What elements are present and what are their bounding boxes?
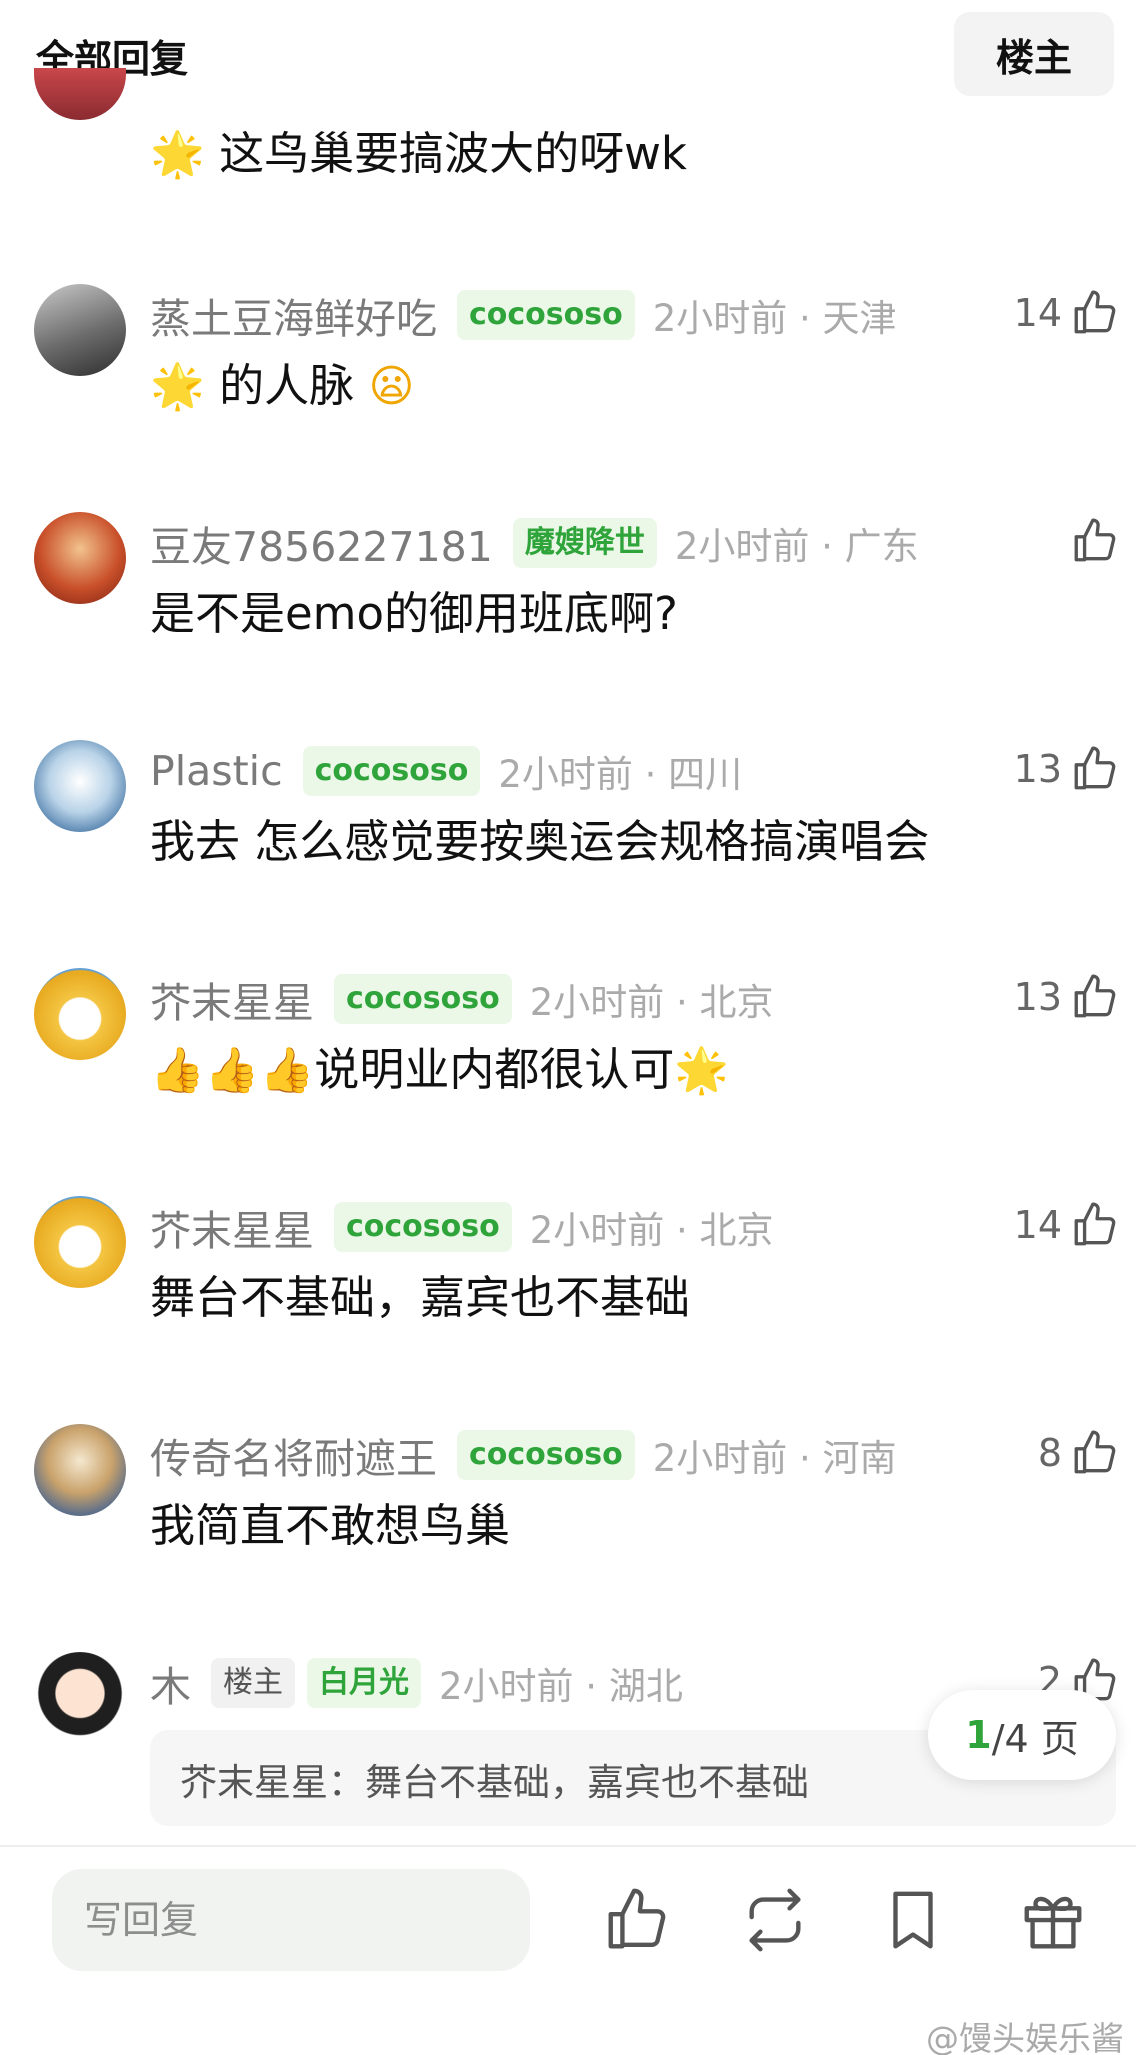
user-tag: cocososo <box>302 746 481 796</box>
username[interactable]: 芥末星星 <box>150 1197 314 1257</box>
comment-item: 芥末星星 cocososo 2小时前 · 北京 14 舞台不基础，嘉宾也不基础 <box>0 1196 1136 1424</box>
like-button[interactable]: 14 <box>1014 284 1120 342</box>
timestamp-location: 2小时前 · 湖北 <box>439 1665 683 1708</box>
user-tag: 魔嫂降世 <box>512 518 657 568</box>
owner-only-button[interactable]: 楼主 <box>954 12 1114 96</box>
username[interactable]: 木 <box>150 1653 191 1713</box>
timestamp-location: 2小时前 · 北京 <box>529 1209 774 1252</box>
like-button[interactable]: 8 <box>1038 1424 1120 1482</box>
comment-text: 的人脉 <box>219 359 355 412</box>
like-count: 8 <box>1037 1431 1062 1475</box>
like-count: 13 <box>1013 747 1062 791</box>
watermark: @馒头娱乐酱 <box>926 2019 1124 2055</box>
avatar[interactable] <box>34 1196 126 1288</box>
comment-meta: 芥末星星 cocososo 2小时前 · 北京 <box>150 969 774 1029</box>
avatar[interactable] <box>34 512 126 604</box>
user-tag: 白月光 <box>307 1658 421 1708</box>
current-page: 1 <box>965 1713 992 1757</box>
bottom-action-bar: @馒头娱乐酱 <box>0 1845 1136 2055</box>
total-pages: /4 页 <box>991 1716 1079 1761</box>
timestamp-location: 2小时前 · 广东 <box>674 525 919 568</box>
like-button[interactable]: 14 <box>1014 1196 1120 1254</box>
comment-text-row: 👍👍👍说明业内都很认可🌟 <box>150 1040 729 1101</box>
repost-icon[interactable] <box>740 1885 810 1955</box>
like-count: 14 <box>1013 1203 1062 1247</box>
username[interactable]: 蒸土豆海鲜好吃 <box>150 285 437 345</box>
thumbs-up-icon <box>1074 290 1116 334</box>
avatar[interactable] <box>34 68 126 120</box>
like-button[interactable]: 13 <box>1014 740 1120 798</box>
comment-meta: 木 楼主 白月光 2小时前 · 湖北 <box>150 1653 683 1713</box>
comment-item: 传奇名将耐遮王 cocososo 2小时前 · 河南 8 我简直不敢想鸟巢 <box>0 1424 1136 1652</box>
comment-item: 蒸土豆海鲜好吃 cocososo 2小时前 · 天津 14 🌟 的人脉 😦 <box>0 284 1136 512</box>
comment-text: 我去 怎么感觉要按奥运会规格搞演唱会 <box>150 815 930 868</box>
thumbs-up-icon <box>1074 1202 1116 1246</box>
timestamp-location: 2小时前 · 河南 <box>652 1437 897 1480</box>
comment-meta: Plastic cocososo 2小时前 · 四川 <box>150 744 742 798</box>
username[interactable]: 芥末星星 <box>150 969 314 1029</box>
timestamp-location: 2小时前 · 天津 <box>652 297 897 340</box>
avatar[interactable] <box>34 284 126 376</box>
owner-tag: 楼主 <box>211 1658 295 1708</box>
avatar[interactable] <box>34 1424 126 1516</box>
thumbs-up-emoji-icon: 👍 <box>204 1045 260 1096</box>
comment-item: 芥末星星 cocososo 2小时前 · 北京 13 👍👍👍说明业内都很认可🌟 <box>0 968 1136 1196</box>
like-count: 13 <box>1013 975 1062 1019</box>
username[interactable]: Plastic <box>150 747 283 795</box>
avatar[interactable] <box>34 740 126 832</box>
like-post-icon[interactable] <box>602 1885 672 1955</box>
star-emoji-icon: 🌟 <box>150 361 205 412</box>
comment-text: 说明业内都很认可 <box>314 1043 675 1096</box>
like-count: 14 <box>1013 291 1062 335</box>
quoted-reply-text: 芥末星星：舞台不基础，嘉宾也不基础 <box>180 1761 809 1804</box>
timestamp-location: 2小时前 · 四川 <box>498 753 743 796</box>
comment-item: 豆友7856227181 魔嫂降世 2小时前 · 广东 是不是emo的御用班底啊… <box>0 512 1136 740</box>
like-button[interactable] <box>1062 512 1120 570</box>
thumbs-up-icon <box>1074 1430 1116 1474</box>
user-tag: cocososo <box>457 1430 635 1480</box>
comment-meta: 蒸土豆海鲜好吃 cocososo 2小时前 · 天津 <box>150 285 897 345</box>
thumbs-up-emoji-icon: 👍 <box>259 1045 315 1096</box>
gift-icon[interactable] <box>1018 1885 1088 1955</box>
comment-item: Plastic cocososo 2小时前 · 四川 13 我去 怎么感觉要按奥… <box>0 740 1136 968</box>
user-tag: cocososo <box>334 974 512 1024</box>
comment-item: 🌟 这鸟巢要搞波大的呀wk <box>0 68 1136 316</box>
comment-text: 我简直不敢想鸟巢 <box>150 1499 511 1552</box>
comment-text: 舞台不基础，嘉宾也不基础 <box>150 1271 691 1324</box>
thumbs-up-icon <box>1074 518 1116 562</box>
comment-meta: 传奇名将耐遮王 cocososo 2小时前 · 河南 <box>150 1425 897 1485</box>
username[interactable]: 传奇名将耐遮王 <box>150 1425 437 1485</box>
user-tag: cocososo <box>334 1202 512 1252</box>
frown-emoji-icon: 😦 <box>368 361 415 412</box>
reply-input[interactable] <box>52 1869 530 1971</box>
page-indicator[interactable]: 1/4 页 <box>928 1690 1116 1780</box>
timestamp-location: 2小时前 · 北京 <box>529 981 774 1024</box>
comment-text: 这鸟巢要搞波大的呀wk <box>219 127 687 180</box>
username[interactable]: 豆友7856227181 <box>150 513 493 573</box>
comment-text-row: 🌟 的人脉 😦 <box>150 356 414 417</box>
comment-text-row: 🌟 这鸟巢要搞波大的呀wk <box>150 124 687 185</box>
comment-text: 是不是emo的御用班底啊? <box>150 587 678 640</box>
comment-meta: 芥末星星 cocososo 2小时前 · 北京 <box>150 1197 774 1257</box>
comment-meta: 豆友7856227181 魔嫂降世 2小时前 · 广东 <box>150 513 919 573</box>
avatar[interactable] <box>34 968 126 1060</box>
thumbs-up-icon <box>1074 974 1116 1018</box>
thumbs-up-emoji-icon: 👍 <box>150 1045 205 1096</box>
like-button[interactable]: 13 <box>1014 968 1120 1026</box>
star-emoji-icon: 🌟 <box>150 129 205 180</box>
bookmark-icon[interactable] <box>878 1885 948 1955</box>
avatar[interactable] <box>34 1652 126 1744</box>
thumbs-up-icon <box>1074 746 1116 790</box>
star-emoji-icon: 🌟 <box>674 1045 730 1096</box>
user-tag: cocososo <box>457 290 635 340</box>
